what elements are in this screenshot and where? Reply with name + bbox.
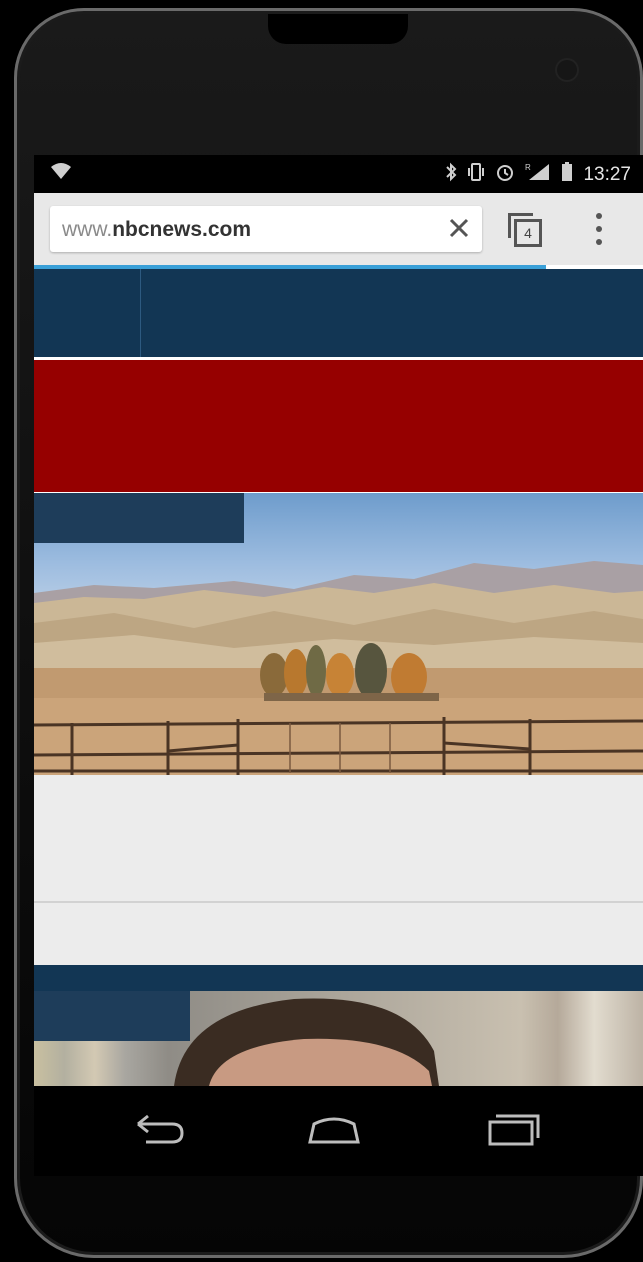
front-camera	[557, 60, 577, 80]
status-bar: R 13:27	[34, 155, 643, 193]
screen: R 13:27 www.nbcnews.com 4	[34, 155, 643, 1086]
tabs-icon[interactable]: 4	[508, 213, 542, 247]
overflow-menu-icon[interactable]	[594, 213, 604, 245]
url-text[interactable]: www.nbcnews.com	[62, 218, 251, 242]
clock-time: 13:27	[583, 164, 631, 185]
tab-count: 4	[514, 219, 542, 247]
speaker-notch	[268, 14, 408, 44]
url-domain: nbcnews.com	[112, 218, 252, 241]
url-prefix: www.	[62, 218, 113, 241]
url-bar[interactable]: www.nbcnews.com	[50, 206, 482, 252]
clear-icon[interactable]	[444, 213, 474, 243]
vibrate-icon	[467, 162, 485, 188]
recents-icon[interactable]	[482, 1108, 542, 1154]
system-nav-bar	[34, 1086, 643, 1176]
hero-label-block[interactable]	[34, 493, 244, 543]
alarm-icon	[495, 162, 515, 188]
battery-icon	[561, 162, 573, 188]
wifi-icon	[50, 162, 72, 185]
back-icon[interactable]	[130, 1108, 190, 1154]
article-text-area[interactable]	[34, 775, 643, 965]
breaking-news-banner[interactable]	[34, 360, 643, 492]
site-header-band[interactable]	[34, 269, 643, 357]
svg-text:R: R	[525, 163, 531, 172]
home-icon[interactable]	[304, 1108, 364, 1154]
article-divider	[34, 901, 643, 903]
signal-icon: R	[525, 162, 551, 188]
phone-frame: R 13:27 www.nbcnews.com 4	[0, 0, 643, 1262]
header-divider	[140, 269, 141, 357]
section-header-strip	[34, 965, 643, 991]
thumbnail-label-block[interactable]	[34, 991, 190, 1041]
browser-toolbar: www.nbcnews.com 4	[34, 193, 643, 265]
bluetooth-icon	[445, 162, 457, 188]
